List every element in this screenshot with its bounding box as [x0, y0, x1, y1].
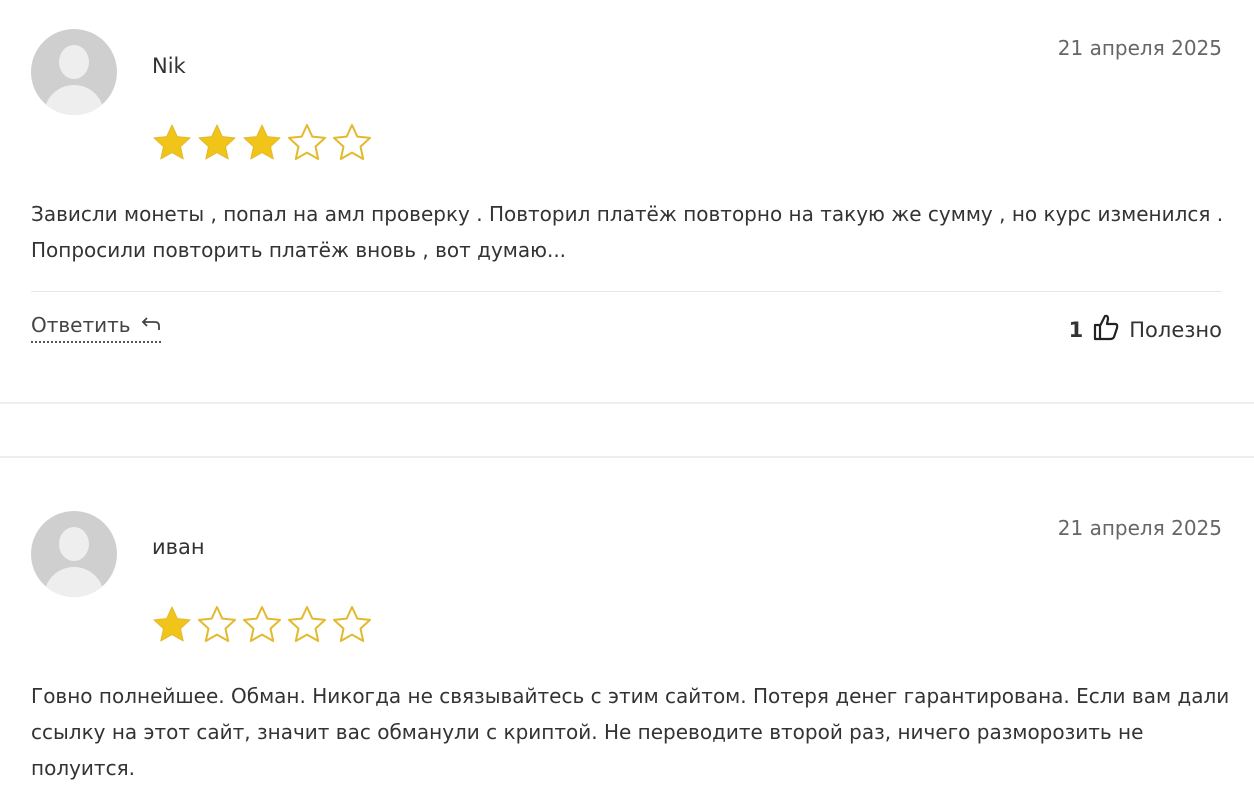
star-empty-icon [198, 606, 236, 642]
review-card: Nik 21 апреля 2025 Зависли монеты , попа… [0, 0, 1254, 403]
star-empty-icon [243, 606, 281, 642]
avatar-body-icon [44, 567, 104, 597]
star-empty-icon [288, 606, 326, 642]
star-empty-icon [333, 124, 371, 160]
star-filled-icon [153, 124, 191, 160]
avatar-head-icon [59, 45, 89, 79]
review-card: иван 21 апреля 2025 Говно полнейшее. Обм… [0, 458, 1254, 784]
star-filled-icon [153, 606, 191, 642]
avatar-head-icon [59, 527, 89, 561]
reply-button[interactable]: Ответить [31, 313, 161, 343]
review-author: Nik [152, 54, 186, 78]
review-text: Говно полнейшее. Обман. Никогда не связы… [31, 684, 1230, 780]
thumbs-up-icon [1093, 313, 1119, 346]
star-filled-icon [198, 124, 236, 160]
helpful-count: 1 [1068, 317, 1084, 342]
avatar [31, 511, 117, 597]
star-empty-icon [333, 606, 371, 642]
rating-stars [150, 604, 374, 644]
star-filled-icon [243, 124, 281, 160]
star-empty-icon [288, 124, 326, 160]
reply-label: Ответить [31, 313, 131, 337]
review-separator [0, 402, 1254, 404]
divider [31, 291, 1222, 292]
avatar [31, 29, 117, 115]
helpful-label: Полезно [1129, 317, 1222, 342]
review-date: 21 апреля 2025 [1057, 516, 1222, 540]
review-author: иван [152, 535, 205, 559]
avatar-body-icon [44, 85, 104, 115]
helpful-button[interactable]: 1 Полезно [1069, 313, 1222, 346]
rating-stars [150, 122, 374, 162]
review-text: Зависли монеты , попал на амл проверку .… [31, 202, 1224, 262]
reply-arrow-icon [141, 313, 161, 337]
review-date: 21 апреля 2025 [1057, 36, 1222, 60]
